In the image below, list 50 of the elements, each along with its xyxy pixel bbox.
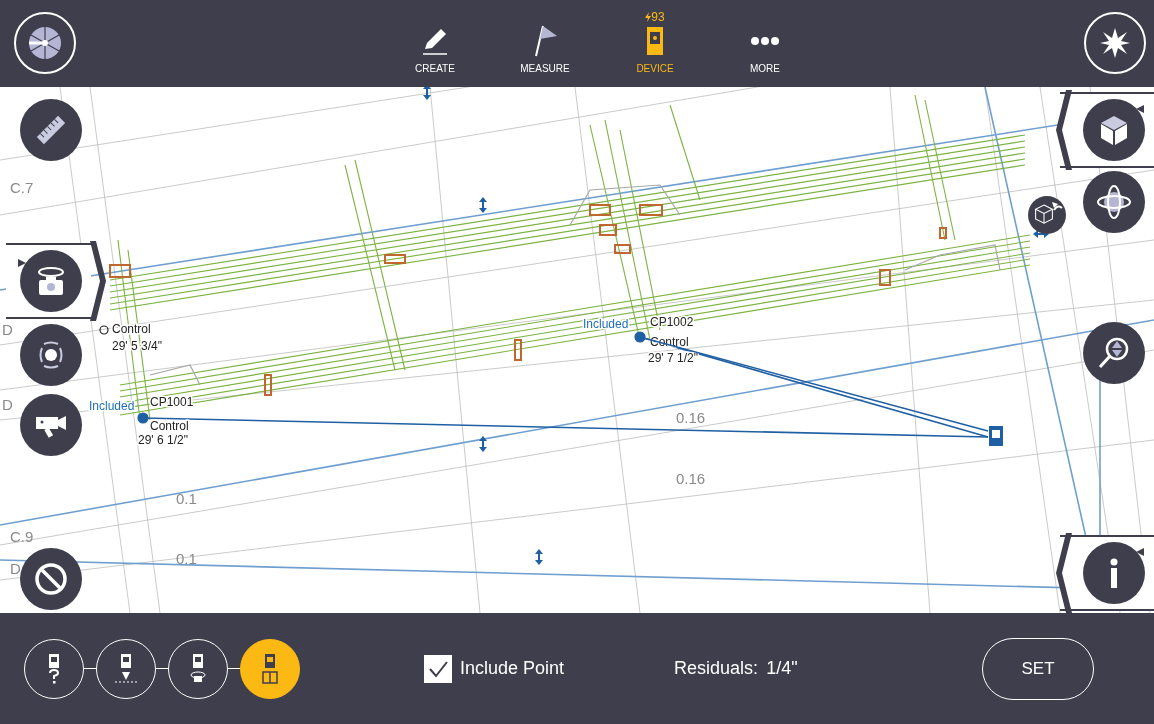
move-handle-icon[interactable] (479, 197, 487, 213)
point-marker[interactable] (634, 331, 646, 343)
orbit-button[interactable] (1083, 171, 1145, 233)
move-handle-icon[interactable] (535, 549, 543, 565)
nav-tab[interactable]: MEASURE (511, 11, 579, 76)
clear-button[interactable] (20, 548, 82, 610)
total-station-icon[interactable] (989, 426, 1003, 446)
triangle-icon (18, 258, 26, 267)
orbit-icon (1097, 185, 1131, 219)
nav-tab[interactable]: CREATE (401, 11, 469, 76)
grid-label: 0.16 (676, 409, 706, 426)
point-marker[interactable] (137, 412, 149, 424)
chevron-icon (90, 241, 106, 321)
magnifier-icon (1097, 336, 1131, 370)
grid-label: D (10, 560, 21, 577)
move-handle-icon[interactable] (423, 87, 431, 100)
prohibited-icon (34, 562, 68, 596)
grid-label: D (2, 396, 13, 413)
compass-icon (27, 25, 63, 61)
info-icon (1110, 558, 1118, 588)
point-distance: 29' 5 3/4" (112, 339, 162, 353)
grid-label: 0.1 (176, 550, 197, 567)
grid-label: D (2, 321, 13, 338)
point-status: Included (89, 399, 135, 413)
grid-label: 0.1 (176, 490, 197, 507)
zoom-button[interactable] (1083, 322, 1145, 384)
nav-tab[interactable]: MORE (731, 11, 799, 76)
residuals-value: 1/4" (766, 657, 798, 680)
point-marker[interactable] (99, 325, 109, 335)
measure-tool-button[interactable] (20, 99, 82, 161)
grid-label: C.9 (10, 528, 34, 545)
move-handle-icon[interactable] (479, 436, 487, 452)
battery-level: 93 (651, 9, 665, 26)
grid-label: 0.16 (676, 470, 706, 487)
more-icon (751, 37, 779, 45)
bolt-icon (645, 12, 652, 22)
point-distance: 29' 7 1/2" (648, 351, 698, 365)
point-distance: 29' 6 1/2" (138, 433, 188, 447)
nav-tab[interactable]: 93 DEVICE (621, 11, 689, 76)
include-point-checkbox[interactable] (424, 654, 452, 683)
include-point-label: Include Point (460, 657, 565, 680)
residuals-label: Residuals: (674, 657, 759, 680)
grid-label: C.7 (10, 179, 34, 196)
rotate-view-button[interactable] (1028, 196, 1066, 234)
point-type: Control (150, 419, 189, 433)
triangle-icon (1136, 104, 1144, 113)
starburst-icon (1100, 28, 1130, 58)
chevron-icon (1056, 90, 1072, 170)
triangle-icon (1136, 547, 1144, 556)
device-help-icon (48, 653, 60, 684)
